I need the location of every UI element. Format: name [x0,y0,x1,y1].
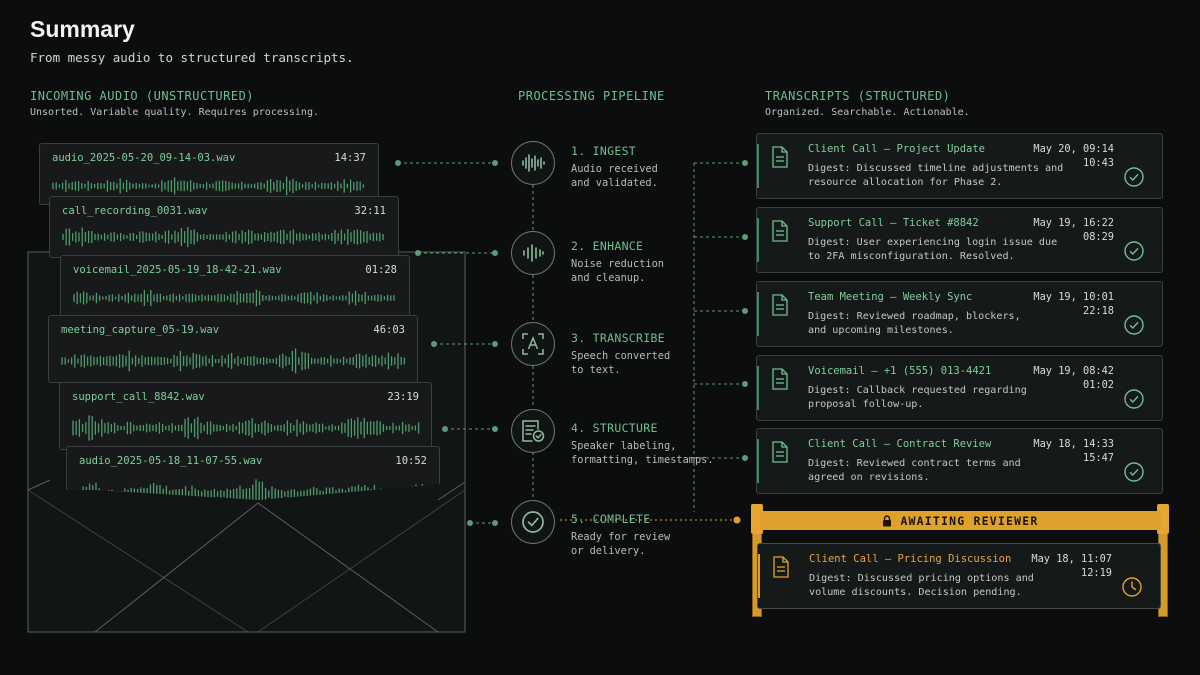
check-circle-icon [1124,241,1144,261]
lock-icon [883,514,892,526]
transcript-title: Client Call – Pricing Discussion [809,553,1012,565]
transcript-title: Voicemail – +1 (555) 013-4421 [808,365,992,377]
pipeline-heading: PROCESSING PIPELINE [518,89,665,103]
document-icon [773,556,789,578]
transcript-title: Support Call – Ticket #8842 [808,217,979,229]
transcript-date: May 18, 11:07 [1031,553,1112,565]
step-desc: Noise reduction and cleanup. [571,258,664,284]
gate-label: AWAITING REVIEWER [900,513,1039,528]
step-desc: Ready for review or delivery. [571,531,671,557]
transcript-date: May 20, 09:14 [1033,143,1114,155]
transcript-date: May 19, 10:01 [1033,291,1114,303]
transcript-duration: 22:18 [1083,305,1114,317]
check-circle-icon [1124,315,1144,335]
envelope-icon [27,479,466,633]
transcripts-heading: TRANSCRIPTS (STRUCTURED) [765,89,951,103]
check-circle-icon [511,500,555,544]
transcript-card[interactable]: Client Call – Contract Review May 18, 14… [756,428,1163,494]
transcript-digest: Digest: Discussed pricing options and vo… [809,573,1034,598]
transcript-digest: Digest: User experiencing login issue du… [808,237,1058,262]
transcript-digest: Digest: Reviewed roadmap, blockers, and … [808,311,1021,336]
transcript-card[interactable]: Team Meeting – Weekly Sync May 19, 10:01… [756,281,1163,347]
waveform-icon [511,141,555,185]
document-icon [772,220,788,242]
document-icon [772,294,788,316]
transcript-title: Client Call – Project Update [808,143,986,155]
document-icon [772,368,788,390]
pending-transcript-card[interactable]: Client Call – Pricing Discussion May 18,… [757,543,1161,609]
step-title: 5. COMPLETE [571,512,651,526]
transcript-title: Client Call – Contract Review [808,438,992,450]
awaiting-reviewer-banner: AWAITING REVIEWER [760,511,1161,530]
check-circle-icon [1124,167,1144,187]
transcript-card[interactable]: Support Call – Ticket #8842 May 19, 16:2… [756,207,1163,273]
card-accent [758,554,760,598]
card-accent [757,292,759,336]
text-scan-icon [511,322,555,366]
check-circle-icon [1124,389,1144,409]
transcript-duration: 12:19 [1081,567,1112,579]
card-accent [757,144,759,188]
check-circle-icon [1124,462,1144,482]
document-icon [772,146,788,168]
transcript-duration: 15:47 [1083,452,1114,464]
transcript-card[interactable]: Client Call – Project Update May 20, 09:… [756,133,1163,199]
step-desc: Audio received and validated. [571,163,658,189]
transcript-duration: 01:02 [1083,379,1114,391]
clock-icon [1122,577,1142,597]
card-accent [757,439,759,483]
list-check-icon [511,409,555,453]
card-accent [757,366,759,410]
transcript-date: May 19, 16:22 [1033,217,1114,229]
step-title: 2. ENHANCE [571,239,644,253]
transcript-duration: 10:43 [1083,157,1114,169]
transcripts-subheading: Organized. Searchable. Actionable. [765,107,970,118]
transcript-date: May 18, 14:33 [1033,438,1114,450]
transcript-duration: 08:29 [1083,231,1114,243]
step-title: 3. TRANSCRIBE [571,331,665,345]
transcript-title: Team Meeting – Weekly Sync [808,291,973,303]
step-title: 1. INGEST [571,144,637,158]
transcript-card[interactable]: Voicemail – +1 (555) 013-4421 May 19, 08… [756,355,1163,421]
transcript-digest: Digest: Reviewed contract terms and agre… [808,458,1021,483]
waveform-icon [511,231,555,275]
step-desc: Speaker labeling, formatting, timestamps… [571,440,714,466]
transcript-date: May 19, 08:42 [1033,365,1114,377]
step-desc: Speech converted to text. [571,350,671,376]
transcript-digest: Digest: Discussed timeline adjustments a… [808,163,1064,188]
step-title: 4. STRUCTURE [571,421,658,435]
document-icon [772,441,788,463]
card-accent [757,218,759,262]
transcript-digest: Digest: Callback requested regarding pro… [808,385,1027,410]
